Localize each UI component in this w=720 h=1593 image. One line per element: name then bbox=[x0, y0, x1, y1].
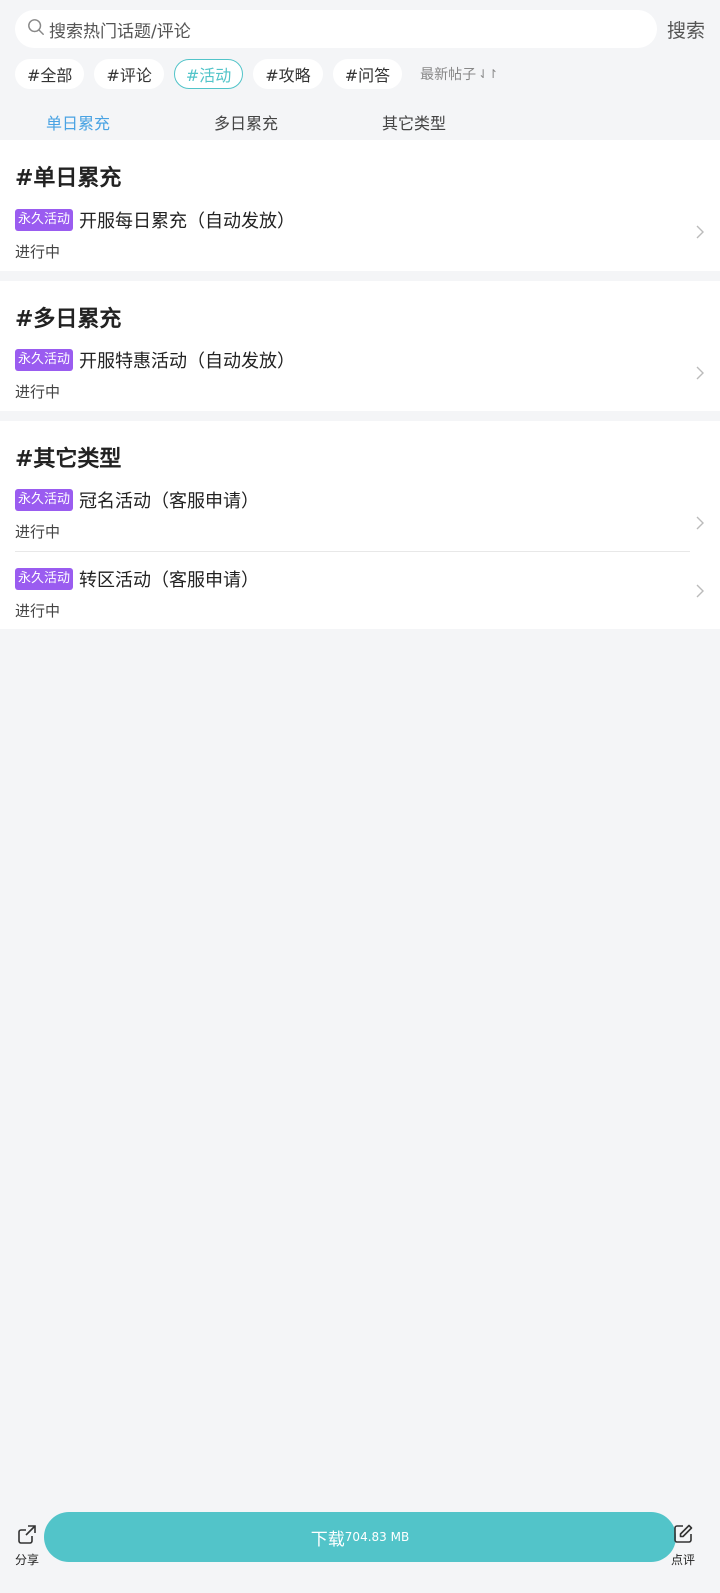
section-title: #单日累充 bbox=[15, 166, 122, 191]
item-title: 冠名活动（客服申请） bbox=[79, 491, 260, 512]
tab-other[interactable]: 其它类型 bbox=[382, 110, 446, 134]
download-button[interactable]: 下载 704.83 MB bbox=[44, 1512, 676, 1562]
item-status: 进行中 bbox=[15, 383, 61, 401]
search-placeholder: 搜索热门话题/评论 bbox=[49, 21, 191, 42]
chevron-right-icon bbox=[695, 583, 705, 599]
status-badge: 永久活动 bbox=[15, 568, 74, 590]
edit-icon bbox=[672, 1523, 694, 1549]
chevron-right-icon bbox=[695, 365, 705, 381]
status-badge: 永久活动 bbox=[15, 489, 74, 511]
status-badge: 永久活动 bbox=[15, 349, 74, 371]
bottom-action-bar: 分享 下载 704.83 MB 点评 bbox=[0, 1508, 720, 1593]
sort-arrows-icon: ⇃↾ bbox=[478, 67, 499, 81]
item-title: 开服特惠活动（自动发放） bbox=[79, 351, 296, 372]
search-button[interactable]: 搜索 bbox=[667, 16, 705, 43]
search-row: 搜索热门话题/评论 搜索 bbox=[0, 0, 720, 58]
sort-label: 最新帖子 bbox=[420, 67, 477, 83]
search-icon bbox=[27, 18, 45, 40]
chip-activities[interactable]: #活动 bbox=[173, 59, 244, 89]
chevron-right-icon bbox=[695, 515, 705, 531]
tab-multi-day[interactable]: 多日累充 bbox=[214, 110, 278, 134]
sort-button[interactable]: 最新帖子 ⇃↾ bbox=[420, 64, 498, 84]
topic-chips: #全部 #评论 #活动 #攻略 #问答 最新帖子 ⇃↾ bbox=[15, 59, 498, 89]
section-other: #其它类型 永久活动 冠名活动（客服申请） 进行中 永久活动 转区活动（客服申请… bbox=[0, 421, 720, 629]
section-multi-day: #多日累充 永久活动 开服特惠活动（自动发放） 进行中 bbox=[0, 281, 720, 411]
share-icon bbox=[16, 1523, 38, 1549]
search-input[interactable]: 搜索热门话题/评论 bbox=[15, 10, 657, 48]
chevron-right-icon bbox=[695, 224, 705, 240]
item-title: 开服每日累充（自动发放） bbox=[79, 211, 296, 232]
item-status: 进行中 bbox=[15, 243, 61, 261]
chip-qa[interactable]: #问答 bbox=[332, 59, 403, 89]
section-single-day: #单日累充 永久活动 开服每日累充（自动发放） 进行中 bbox=[0, 140, 720, 271]
download-size: 704.83 MB bbox=[344, 1530, 410, 1544]
section-title: #多日累充 bbox=[15, 307, 122, 332]
download-label: 下载 bbox=[310, 1529, 345, 1550]
chip-all[interactable]: #全部 bbox=[15, 59, 85, 89]
list-item[interactable]: 永久活动 冠名活动（客服申请） 进行中 bbox=[15, 487, 705, 542]
review-label: 点评 bbox=[670, 1553, 695, 1567]
item-status: 进行中 bbox=[15, 523, 61, 541]
divider bbox=[15, 551, 690, 552]
review-button[interactable]: 点评 bbox=[668, 1523, 698, 1568]
list-item[interactable]: 永久活动 转区活动（客服申请） 进行中 bbox=[15, 566, 705, 621]
share-button[interactable]: 分享 bbox=[12, 1523, 42, 1568]
share-label: 分享 bbox=[14, 1553, 39, 1567]
chip-comments[interactable]: #评论 bbox=[94, 59, 164, 89]
section-title: #其它类型 bbox=[15, 447, 122, 472]
subtabs: 单日累充 多日累充 其它类型 bbox=[0, 104, 720, 138]
chip-guides[interactable]: #攻略 bbox=[253, 59, 323, 89]
item-title: 转区活动（客服申请） bbox=[79, 570, 260, 591]
tab-single-day[interactable]: 单日累充 bbox=[46, 110, 110, 134]
list-item[interactable]: 永久活动 开服特惠活动（自动发放） 进行中 bbox=[15, 347, 705, 402]
status-badge: 永久活动 bbox=[15, 209, 74, 231]
item-status: 进行中 bbox=[15, 602, 61, 620]
list-item[interactable]: 永久活动 开服每日累充（自动发放） 进行中 bbox=[15, 207, 705, 262]
